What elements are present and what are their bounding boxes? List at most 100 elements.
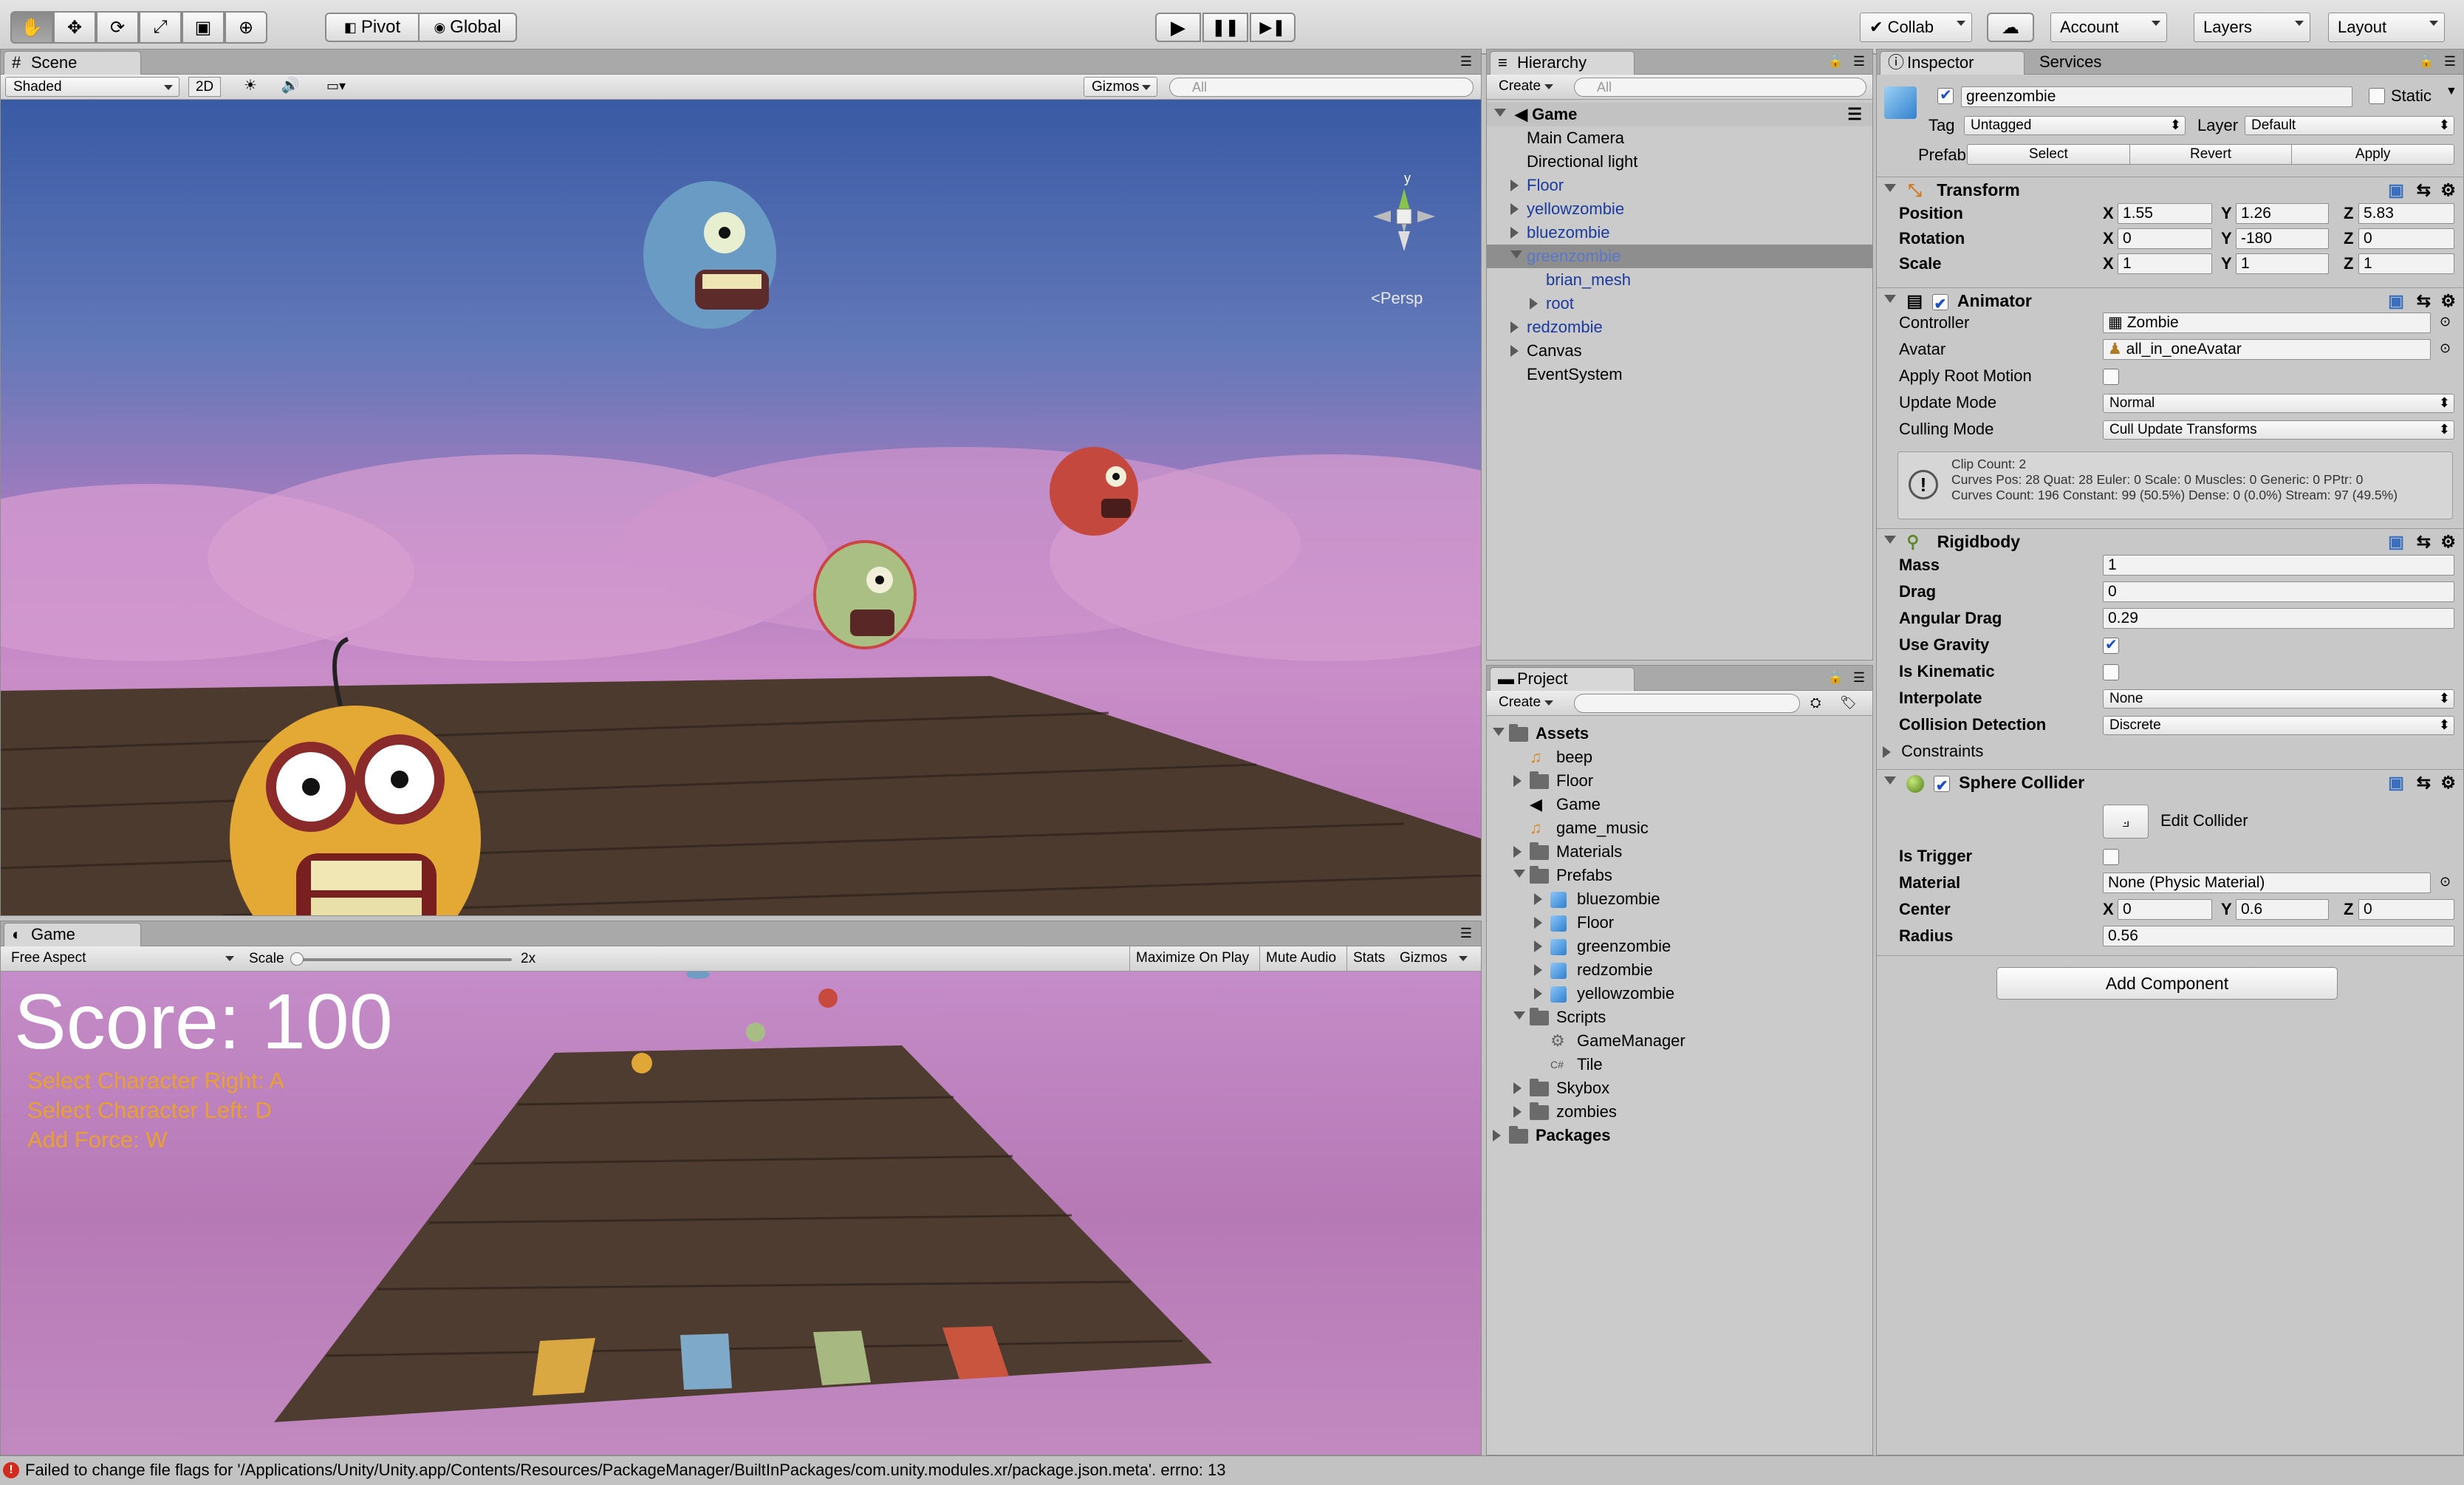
- collision-detection-dropdown[interactable]: Discrete: [2103, 716, 2454, 735]
- lock-icon[interactable]: 🔒: [2419, 54, 2434, 69]
- preset-icon[interactable]: ⇆: [2417, 177, 2431, 202]
- play-button[interactable]: ▶: [1155, 13, 1201, 42]
- update-mode-dropdown[interactable]: Normal: [2103, 394, 2454, 413]
- tab-hierarchy[interactable]: ≡ Hierarchy: [1490, 51, 1635, 75]
- radius-field[interactable]: 0.56: [2103, 926, 2454, 946]
- expand-arrow-icon[interactable]: [1510, 321, 1524, 333]
- scene-search-input[interactable]: All: [1169, 78, 1474, 97]
- project-item[interactable]: yellowzombie: [1487, 982, 1872, 1006]
- scale-slider[interactable]: [290, 952, 512, 966]
- scene-menu-icon[interactable]: ☰: [1847, 103, 1862, 126]
- panel-menu-icon[interactable]: ☰: [1460, 926, 1472, 941]
- transform-x-field[interactable]: 1.55: [2118, 203, 2212, 224]
- expand-arrow-icon[interactable]: [1513, 775, 1527, 787]
- hand-tool-icon[interactable]: ✋: [10, 11, 53, 44]
- expand-arrow-icon[interactable]: [1534, 940, 1548, 952]
- hierarchy-item[interactable]: Floor: [1487, 174, 1872, 197]
- drag-field[interactable]: 0: [2103, 581, 2454, 602]
- project-item[interactable]: Prefabs: [1487, 864, 1872, 887]
- interpolate-dropdown[interactable]: None: [2103, 689, 2454, 709]
- 2d-toggle[interactable]: 2D: [188, 77, 221, 97]
- help-icon[interactable]: ▣: [2388, 529, 2404, 554]
- preset-icon[interactable]: ⇆: [2417, 529, 2431, 554]
- pause-button[interactable]: ❚❚: [1202, 13, 1248, 42]
- expand-arrow-icon[interactable]: [1513, 1082, 1527, 1094]
- audio-icon[interactable]: 🔊: [274, 77, 307, 97]
- hierarchy-item[interactable]: brian_mesh: [1487, 268, 1872, 292]
- edit-collider-button[interactable]: ⟓: [2103, 805, 2149, 839]
- layout-dropdown[interactable]: Layout: [2328, 13, 2445, 42]
- project-item[interactable]: zombies: [1487, 1100, 1872, 1124]
- object-picker-icon[interactable]: ⊙: [2440, 874, 2451, 890]
- project-item[interactable]: Materials: [1487, 840, 1872, 864]
- expand-arrow-icon[interactable]: [1513, 1106, 1527, 1118]
- hierarchy-item[interactable]: Canvas: [1487, 339, 1872, 363]
- mute-audio-toggle[interactable]: Mute Audio: [1259, 946, 1342, 972]
- transform-y-field[interactable]: 1.26: [2236, 203, 2329, 224]
- project-item[interactable]: ◀ Game: [1487, 793, 1872, 816]
- status-bar[interactable]: ! Failed to change file flags for '/Appl…: [0, 1455, 2464, 1485]
- prefab-select-button[interactable]: Select: [1968, 145, 2130, 164]
- project-item[interactable]: Skybox: [1487, 1076, 1872, 1100]
- settings-gear-icon[interactable]: ⚙: [2440, 770, 2456, 795]
- static-dropdown-icon[interactable]: ▼: [2446, 85, 2457, 98]
- collab-dropdown[interactable]: ✔ Collab: [1860, 13, 1972, 42]
- persp-label[interactable]: <Persp: [1371, 289, 1423, 308]
- scene-gizmos-dropdown[interactable]: Gizmos: [1084, 77, 1157, 97]
- culling-mode-dropdown[interactable]: Cull Update Transforms: [2103, 420, 2454, 440]
- panel-menu-icon[interactable]: ☰: [1853, 670, 1865, 686]
- hierarchy-item[interactable]: Main Camera: [1487, 126, 1872, 150]
- animator-enabled-checkbox[interactable]: [1931, 292, 1948, 317]
- is-trigger-checkbox[interactable]: [2103, 849, 2119, 865]
- material-field[interactable]: None (Physic Material): [2103, 873, 2431, 893]
- transform-z-field[interactable]: 1: [2358, 253, 2454, 274]
- panel-menu-icon[interactable]: ☰: [2444, 54, 2456, 69]
- shading-dropdown[interactable]: Shaded: [5, 77, 179, 97]
- rotate-tool-icon[interactable]: ⟳: [96, 11, 139, 44]
- tab-game[interactable]: ◐ Game: [4, 923, 141, 946]
- expand-arrow-icon[interactable]: [1493, 728, 1505, 742]
- maximize-on-play-toggle[interactable]: Maximize On Play: [1129, 946, 1255, 972]
- hierarchy-item[interactable]: EventSystem: [1487, 363, 1872, 386]
- object-picker-icon[interactable]: ⊙: [2440, 341, 2451, 356]
- constraints-foldout[interactable]: Constraints: [1883, 740, 1983, 763]
- project-item[interactable]: redzombie: [1487, 958, 1872, 982]
- tag-dropdown[interactable]: Untagged: [1964, 116, 2186, 135]
- center-y-field[interactable]: 0.6: [2236, 899, 2329, 920]
- expand-arrow-icon[interactable]: [1534, 917, 1548, 929]
- account-dropdown[interactable]: Account: [2050, 13, 2167, 42]
- transform-y-field[interactable]: -180: [2236, 228, 2329, 249]
- preset-icon[interactable]: ⇆: [2417, 770, 2431, 795]
- hierarchy-item[interactable]: greenzombie: [1487, 245, 1872, 268]
- project-search-input[interactable]: [1574, 694, 1800, 713]
- hierarchy-item[interactable]: yellowzombie: [1487, 197, 1872, 221]
- layer-dropdown[interactable]: Default: [2245, 116, 2454, 135]
- transform-x-field[interactable]: 0: [2118, 228, 2212, 249]
- hierarchy-create-dropdown[interactable]: Create: [1491, 77, 1559, 97]
- expand-arrow-icon[interactable]: [1513, 870, 1525, 884]
- step-button[interactable]: ▶❚: [1250, 13, 1296, 42]
- settings-gear-icon[interactable]: ⚙: [2440, 288, 2456, 313]
- scale-slider-thumb[interactable]: [290, 952, 304, 966]
- expand-arrow-icon[interactable]: [1493, 1130, 1507, 1141]
- transform-header[interactable]: ⤡ Transform ▣ ⇆ ⚙: [1877, 177, 2463, 202]
- tab-scene[interactable]: # Scene: [4, 51, 141, 75]
- expand-arrow-icon[interactable]: [1534, 893, 1548, 905]
- project-item[interactable]: ⚙ GameManager: [1487, 1029, 1872, 1053]
- project-item[interactable]: greenzombie: [1487, 935, 1872, 958]
- filter-type-icon[interactable]: ⛭: [1810, 695, 1821, 711]
- lock-icon[interactable]: 🔒: [1828, 54, 1843, 69]
- tab-inspector[interactable]: ⓘ Inspector: [1880, 51, 2025, 75]
- transform-y-field[interactable]: 1: [2236, 253, 2329, 274]
- static-checkbox[interactable]: [2369, 88, 2385, 104]
- expand-arrow-icon[interactable]: [1534, 988, 1548, 1000]
- angular-drag-field[interactable]: 0.29: [2103, 608, 2454, 629]
- expand-arrow-icon[interactable]: [1510, 227, 1524, 239]
- root-motion-checkbox[interactable]: [2103, 369, 2119, 385]
- lighting-icon[interactable]: ☀: [234, 77, 267, 97]
- transform-tool-icon[interactable]: ⊕: [225, 11, 267, 44]
- panel-menu-icon[interactable]: ☰: [1460, 54, 1472, 69]
- move-tool-icon[interactable]: ✥: [53, 11, 96, 44]
- object-picker-icon[interactable]: ⊙: [2440, 314, 2451, 330]
- scene-orientation-gizmo[interactable]: y: [1360, 171, 1448, 270]
